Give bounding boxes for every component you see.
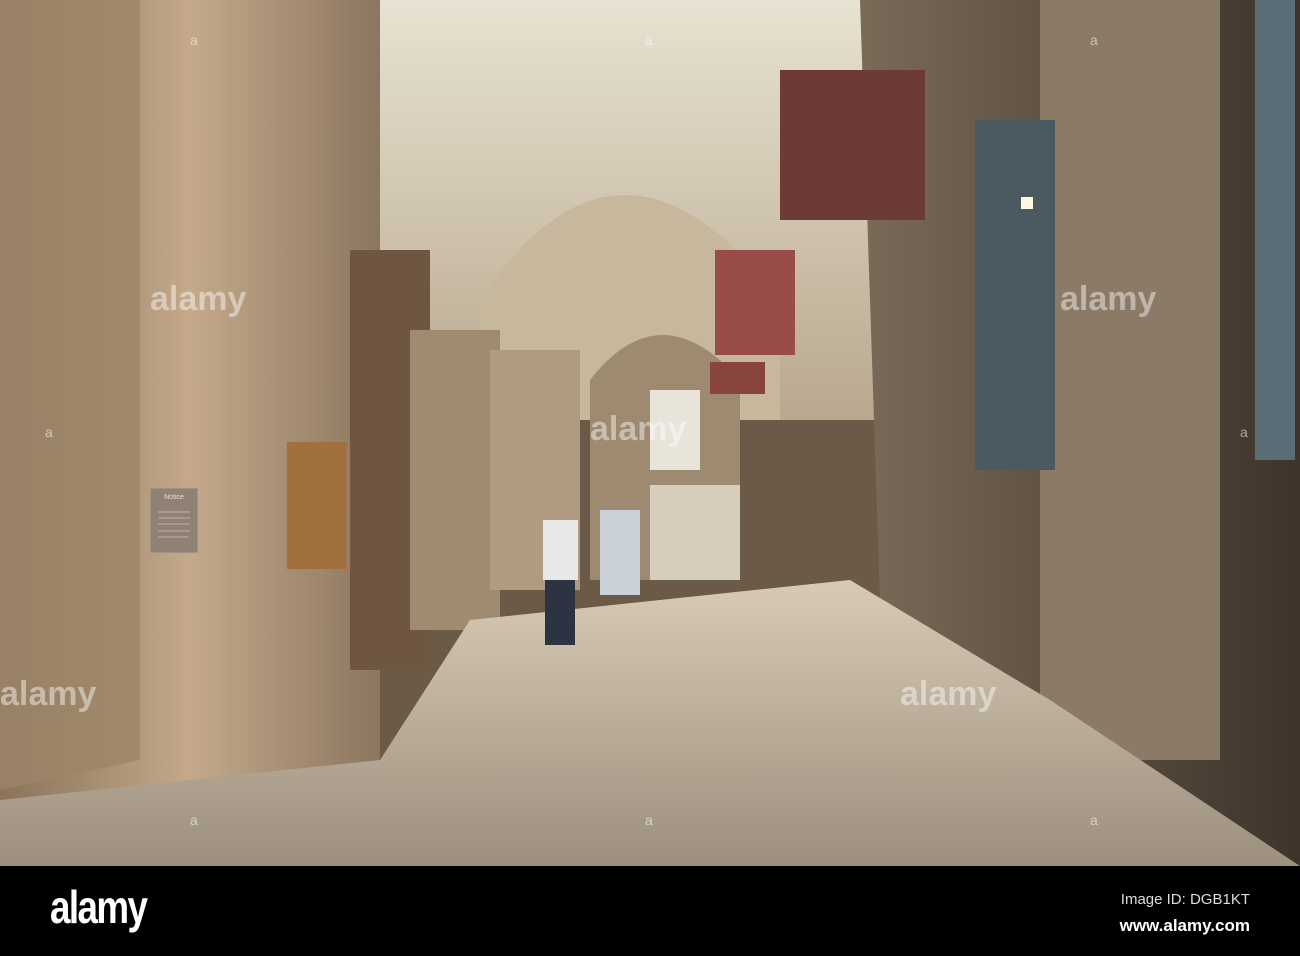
svg-text:a: a [645, 812, 653, 828]
svg-text:alamy: alamy [150, 280, 246, 318]
svg-text:a: a [1240, 424, 1248, 440]
svg-text:a: a [1090, 812, 1098, 828]
alamy-logo: alamy [50, 881, 148, 933]
watermark-footer: alamy Image ID: DGB1KT www.alamy.com [0, 866, 1300, 956]
svg-text:a: a [645, 32, 653, 48]
svg-text:a: a [190, 32, 198, 48]
svg-text:alamy: alamy [900, 675, 996, 713]
svg-text:alamy: alamy [0, 675, 96, 713]
svg-text:a: a [190, 812, 198, 828]
image-id: Image ID: DGB1KT [1120, 891, 1250, 908]
cathedral-photo: alamy alamy alamy alamy alamy a a a a a a a a [0, 0, 1300, 866]
svg-text:a: a [45, 424, 53, 440]
wall-plaque-title: Notice [164, 494, 184, 501]
website-link: www.alamy.com [1119, 916, 1250, 935]
svg-text:a: a [1090, 32, 1098, 48]
svg-text:alamy: alamy [590, 410, 686, 448]
svg-text:alamy: alamy [1060, 280, 1156, 318]
